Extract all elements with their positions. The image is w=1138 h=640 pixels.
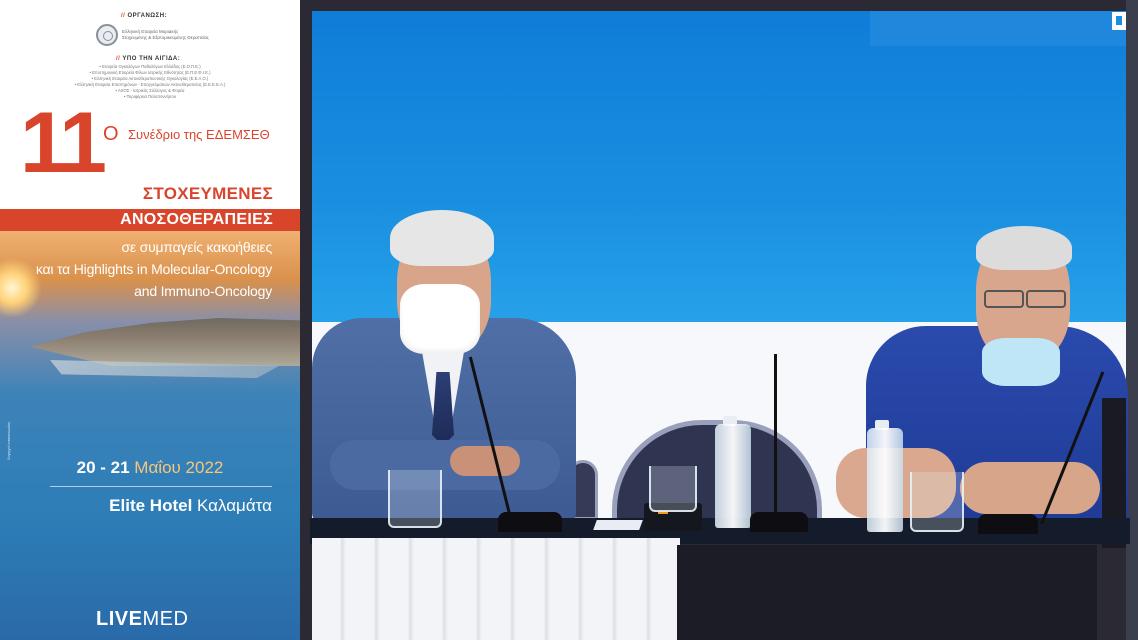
auspices-line-4: • Ελληνική Εταιρεία Επιστημόνων - Επαγγε…	[74, 82, 226, 87]
table-skirt	[312, 538, 680, 640]
subtitle-line-3: and Immuno-Oncology	[134, 283, 272, 299]
event-venue: Elite Hotel Καλαμάτα	[109, 496, 272, 515]
speaker-right-glasses-left	[984, 290, 1024, 308]
corner-logo-icon	[1112, 12, 1126, 30]
speaker-right-mask	[982, 338, 1060, 386]
video-feed[interactable]	[300, 0, 1138, 640]
livemed-logo: LIVEMED	[96, 608, 189, 630]
title-line-1: ΣΤΟΧΕΥΜΕΝΕΣ	[142, 184, 273, 203]
event-dates: 20 - 21 Μαΐου 2022	[76, 458, 224, 477]
subtitle-line-1: σε συμπαγείς κακοήθειες	[121, 239, 272, 255]
speaker-left-hair	[390, 210, 494, 266]
microphone-center-stem	[774, 354, 777, 514]
side-credit: Χορηγοί επικοινωνίας	[6, 421, 11, 460]
organizer-line-2: Στοχευμένης & Εξατομικευμένης Θεραπείας	[122, 35, 209, 40]
speaker-right-hair	[976, 226, 1072, 270]
video-right-edge	[1126, 0, 1138, 640]
water-glass-2	[649, 466, 697, 512]
title-line-2: ΑΝΟΣΟΘΕΡΑΠΕΙΕΣ	[120, 211, 273, 228]
organizer-line-1: Ελληνική Εταιρεία Μοριακής	[122, 29, 179, 34]
seal-icon	[96, 24, 118, 46]
auspices-line-2: • Επιστημονική Εταιρεία Φίλων Ιατρικής Ε…	[89, 70, 211, 75]
speaker-left-mask	[400, 284, 480, 354]
auspices-line-3: • Ελληνική Εταιρεία Ακτινοθεραπευτικής Ο…	[91, 76, 209, 81]
speaker-left-arms	[330, 440, 560, 490]
microphone-right-base	[978, 514, 1038, 534]
papers	[593, 520, 643, 530]
edition-number: 11	[20, 95, 107, 191]
table-front	[677, 545, 1097, 640]
date-divider	[50, 486, 272, 487]
conference-poster: // ΟΡΓΑΝΩΣΗ: Ελληνική Εταιρεία Μοριακής …	[0, 0, 300, 640]
subtitle-line-2: και τα Highlights in Molecular-Oncology	[35, 261, 272, 277]
water-bottle-2	[867, 428, 903, 532]
speaker-right-glasses-right	[1026, 290, 1066, 308]
microphone-center-base	[750, 512, 808, 532]
microphone-left-base	[498, 512, 562, 532]
edition-suffix: Ο	[103, 123, 119, 145]
auspices-heading: // ΥΠΟ ΤΗΝ ΑΙΓΙΔΑ:	[116, 56, 181, 62]
water-glass-1	[388, 470, 442, 528]
water-bottle-1	[715, 424, 751, 528]
congress-name: Συνέδριο της ΕΔΕΜΣΕΘ	[128, 127, 270, 142]
water-glass-3	[910, 472, 964, 532]
auspices-line-5: • ΑΧΟΣ - Ιατρικός Σύλλογος & Φορέα	[115, 88, 185, 93]
organizer-heading: // ΟΡΓΑΝΩΣΗ:	[121, 13, 168, 19]
speaker-right-right-arm	[960, 462, 1100, 514]
auspices-line-1: • Εταιρεία Ογκολόγων Παθολόγων Ελλάδος (…	[99, 64, 201, 69]
speaker-left-hand	[450, 446, 520, 476]
screen-corner-band	[870, 11, 1126, 46]
